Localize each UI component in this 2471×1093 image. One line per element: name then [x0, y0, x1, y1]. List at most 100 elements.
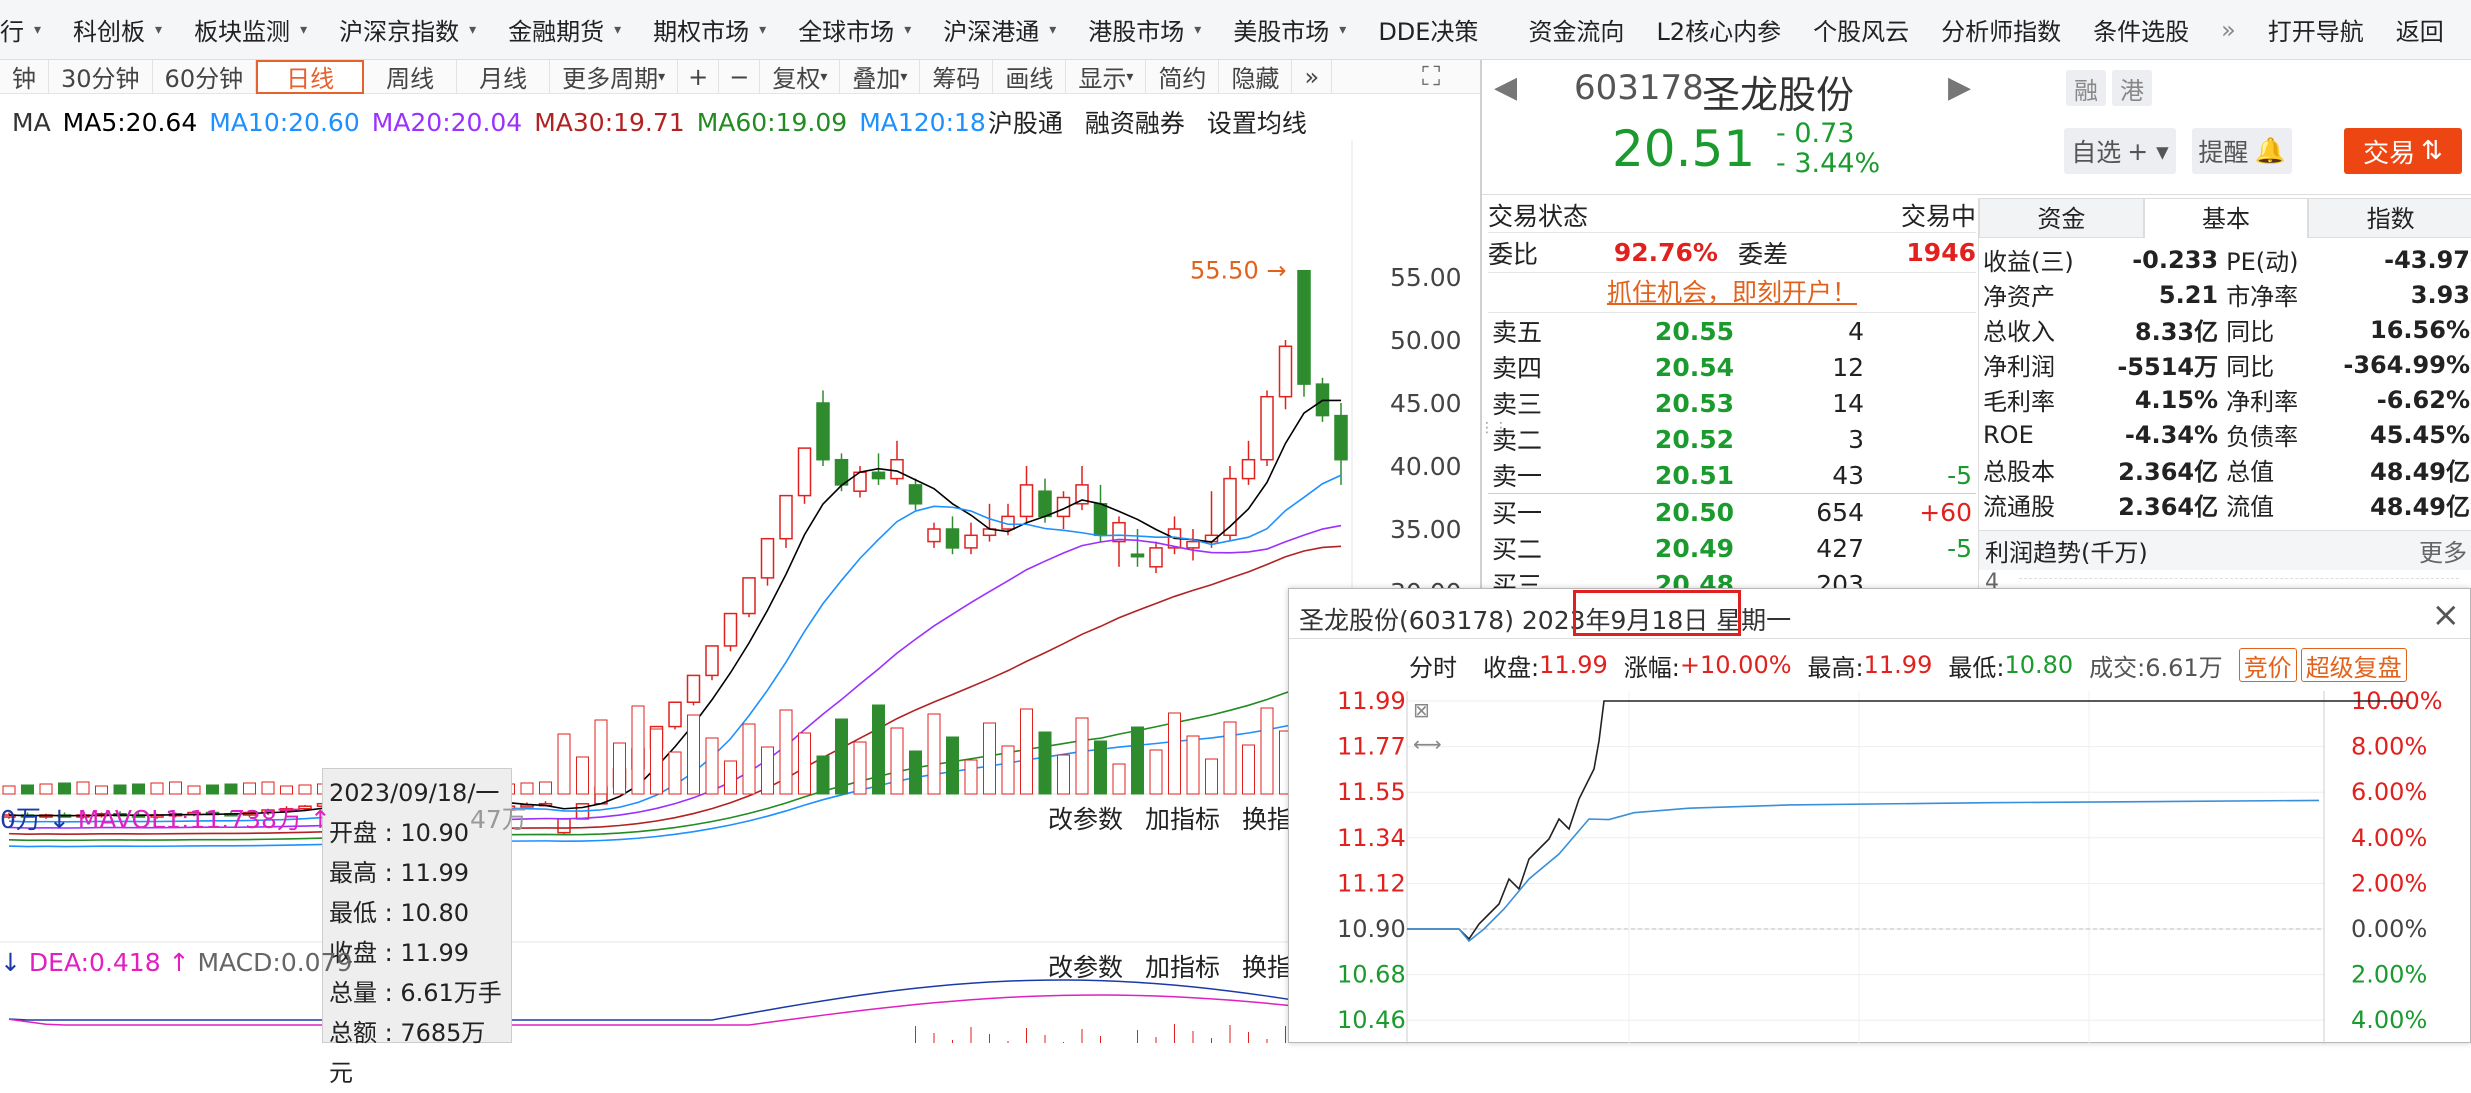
nav-item[interactable]: 港股市场 ▾ [1072, 12, 1217, 47]
nav-item[interactable]: 条件选股 [2077, 12, 2205, 47]
candle-body[interactable] [668, 701, 682, 728]
candle-body[interactable] [1241, 458, 1256, 480]
alert-button[interactable]: 提醒 🔔 [2192, 128, 2292, 174]
order-row[interactable]: 卖五 20.55 4 [1488, 313, 1976, 350]
watchlist-button[interactable]: 自选 + ▾ [2064, 128, 2176, 174]
period-item[interactable]: » [1292, 59, 1333, 94]
candle-body[interactable] [1093, 503, 1108, 537]
fund-label: 总收入 [1983, 318, 2055, 346]
candle-body[interactable] [945, 528, 960, 549]
intraday-popup[interactable]: 圣龙股份(603178) 2023年9月18日 星期一 × 分时 收盘: 11.9… [1288, 588, 2471, 1044]
candle-body[interactable] [1149, 547, 1163, 568]
collapse-icon[interactable]: ⊠ [1413, 698, 1430, 722]
period-item[interactable]: 更多周期 ▾ [550, 59, 679, 94]
nav-item[interactable]: 分析师指数 [1925, 12, 2077, 47]
candle-body[interactable] [760, 537, 775, 579]
trade-button[interactable]: 交易 ⇅ [2344, 128, 2462, 174]
period-item[interactable]: 30分钟 [49, 59, 153, 94]
period-item[interactable]: 月线 [457, 59, 551, 94]
candlestick-chart[interactable]: 55.0050.0045.0040.0035.0030.0025.0055.50… [0, 140, 1480, 1043]
close-icon[interactable]: × [2432, 595, 2461, 635]
period-item[interactable]: 画线 [993, 59, 1067, 94]
candle-body[interactable] [890, 458, 904, 480]
order-row[interactable]: 买二 20.49 427 -5 [1488, 530, 1976, 566]
order-row[interactable]: 买一 20.50 654 +60 [1488, 494, 1976, 531]
candle-body[interactable] [871, 471, 886, 480]
period-item[interactable]: + [678, 59, 720, 94]
order-row[interactable]: 卖一 20.51 43 -5 [1488, 457, 1976, 493]
nav-item[interactable]: 返回 [2380, 12, 2460, 47]
super-review-button[interactable]: 超级复盘 [2300, 648, 2407, 682]
fund-tab[interactable]: 指数 [2308, 198, 2471, 238]
nav-item[interactable]: 沪深港通 ▾ [927, 12, 1072, 47]
vol-params-button[interactable]: 改参数 [1048, 805, 1123, 834]
open-account-promo[interactable]: 抓住机会，即刻开户！ [1488, 272, 1976, 312]
vol-add-button[interactable]: 加指标 [1145, 805, 1220, 834]
order-row[interactable]: 卖四 20.54 12 [1488, 349, 1976, 385]
candle-body[interactable] [742, 577, 756, 615]
candle-body[interactable] [1297, 269, 1311, 385]
candle-body[interactable] [908, 484, 923, 505]
macd-params-button[interactable]: 改参数 [1048, 953, 1123, 982]
candle-body[interactable] [1278, 345, 1293, 398]
candle-body[interactable] [1260, 395, 1274, 461]
volume-bar [21, 784, 34, 795]
candle-body[interactable] [686, 674, 701, 703]
candle-body[interactable] [557, 818, 571, 834]
order-row[interactable]: 卖三 20.53 14 [1488, 385, 1976, 421]
tab-intraday[interactable]: 分时 [1409, 648, 1457, 683]
hgt-link[interactable]: 沪股通 [988, 104, 1063, 140]
nav-item[interactable]: 期权市场 ▾ [637, 12, 782, 47]
candle-body[interactable] [797, 447, 812, 497]
intraday-chart[interactable]: 11.99 10.00% 11.77 8.00% 11.55 6.00% 11.34 4.00… [1289, 691, 2471, 1044]
nav-item[interactable]: 行 ▾ [0, 12, 57, 47]
nav-item[interactable]: 板块监测 ▾ [178, 12, 323, 47]
candle-body[interactable] [927, 528, 941, 543]
nav-item[interactable]: 打开导航 [2252, 12, 2380, 47]
nav-item[interactable]: 沪深京指数 ▾ [323, 12, 492, 47]
period-item[interactable]: 显示 ▾ [1066, 59, 1147, 94]
candle-body[interactable] [1019, 484, 1034, 518]
profit-more-link[interactable]: 更多 [2419, 533, 2467, 568]
expand-icon[interactable]: ⟷ [1413, 732, 1442, 756]
candle-body[interactable] [1186, 540, 1200, 549]
fund-tab[interactable]: 资金 [1979, 198, 2144, 238]
nav-item[interactable]: 美股市场 ▾ [1217, 12, 1362, 47]
nav-item[interactable]: 个股风云 [1797, 12, 1925, 47]
candle-body[interactable] [1334, 414, 1348, 461]
nav-item[interactable]: 全球市场 ▾ [782, 12, 927, 47]
nav-item[interactable]: 资金流向 [1512, 12, 1640, 47]
fund-tab[interactable]: 基本 [2143, 198, 2309, 238]
candle-body[interactable] [1130, 553, 1145, 558]
period-item[interactable]: 日线 [256, 59, 365, 94]
period-item[interactable]: 隐藏 [1219, 59, 1293, 94]
period-item[interactable]: 简约 [1146, 59, 1220, 94]
fullscreen-icon[interactable]: ⛶ [1422, 62, 1452, 92]
period-item[interactable]: 周线 [364, 59, 458, 94]
order-row[interactable]: 卖二 20.52 3 [1488, 421, 1976, 457]
nav-item[interactable]: 科创板 ▾ [57, 12, 178, 47]
nav-item[interactable]: L2核心内参 [1640, 12, 1797, 47]
candle-body[interactable] [705, 645, 719, 677]
nav-item[interactable]: 金融期货 ▾ [492, 12, 637, 47]
period-item[interactable]: 60分钟 [153, 59, 257, 94]
period-item[interactable]: − [719, 59, 761, 94]
period-item[interactable]: 叠加 ▾ [840, 59, 921, 94]
period-item[interactable]: 复权 ▾ [760, 59, 841, 94]
next-stock-icon[interactable]: ▶ [1948, 70, 1971, 105]
period-item[interactable]: 钟 [0, 59, 49, 94]
candle-body[interactable] [723, 612, 738, 647]
candle-body[interactable] [1038, 490, 1052, 518]
set-ma-button[interactable]: 设置均线 [1207, 104, 1307, 140]
auction-button[interactable]: 竞价 [2238, 648, 2297, 682]
nav-item[interactable]: » [2205, 16, 2252, 44]
candle-body[interactable] [779, 494, 793, 540]
candle-body[interactable] [834, 458, 849, 486]
prev-stock-icon[interactable]: ◀ [1494, 70, 1517, 105]
period-item[interactable]: 筹码 [920, 59, 994, 94]
candle-body[interactable] [964, 534, 978, 549]
candle-body[interactable] [816, 402, 830, 461]
macd-add-button[interactable]: 加指标 [1145, 953, 1220, 982]
nav-item[interactable]: DDE决策 [1362, 12, 1494, 47]
rzrq-link[interactable]: 融资融券 [1085, 104, 1185, 140]
